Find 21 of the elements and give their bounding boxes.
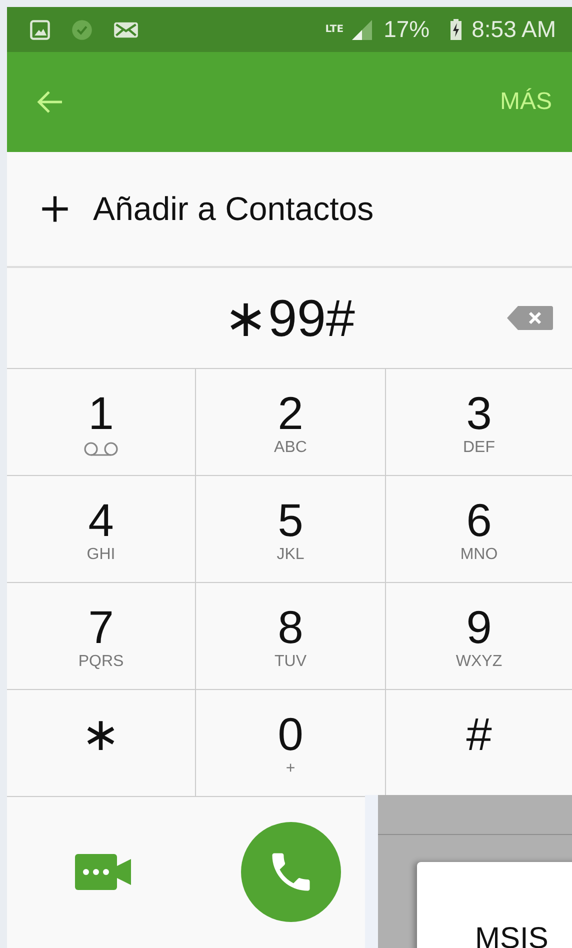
dial-key[interactable]: 4 GHI [7,476,196,583]
dial-key[interactable]: ∗ [7,690,196,797]
battery-percent: 17% [384,16,430,43]
battery-charging-icon [450,18,462,40]
signal-icon [350,18,374,42]
dialed-number: ∗99# [224,288,355,348]
dial-key[interactable]: 7 PQRS [7,583,196,690]
dial-key[interactable]: 2 ABC [196,369,386,476]
plus-icon [39,193,71,225]
check-circle-icon [71,18,93,40]
network-label: LTE [325,24,344,35]
video-call-icon[interactable] [75,854,131,890]
voicemail-icon [83,441,119,457]
status-time: 8:53 AM [472,16,556,43]
dial-key[interactable]: 1 [7,369,196,476]
dialog-text: MSIS [475,922,548,948]
backspace-icon[interactable] [506,305,554,331]
dial-key[interactable]: 8 TUV [196,583,386,690]
dial-key[interactable]: 0 + [196,690,386,797]
dial-key[interactable]: 5 JKL [196,476,386,583]
gallery-icon [29,18,51,40]
